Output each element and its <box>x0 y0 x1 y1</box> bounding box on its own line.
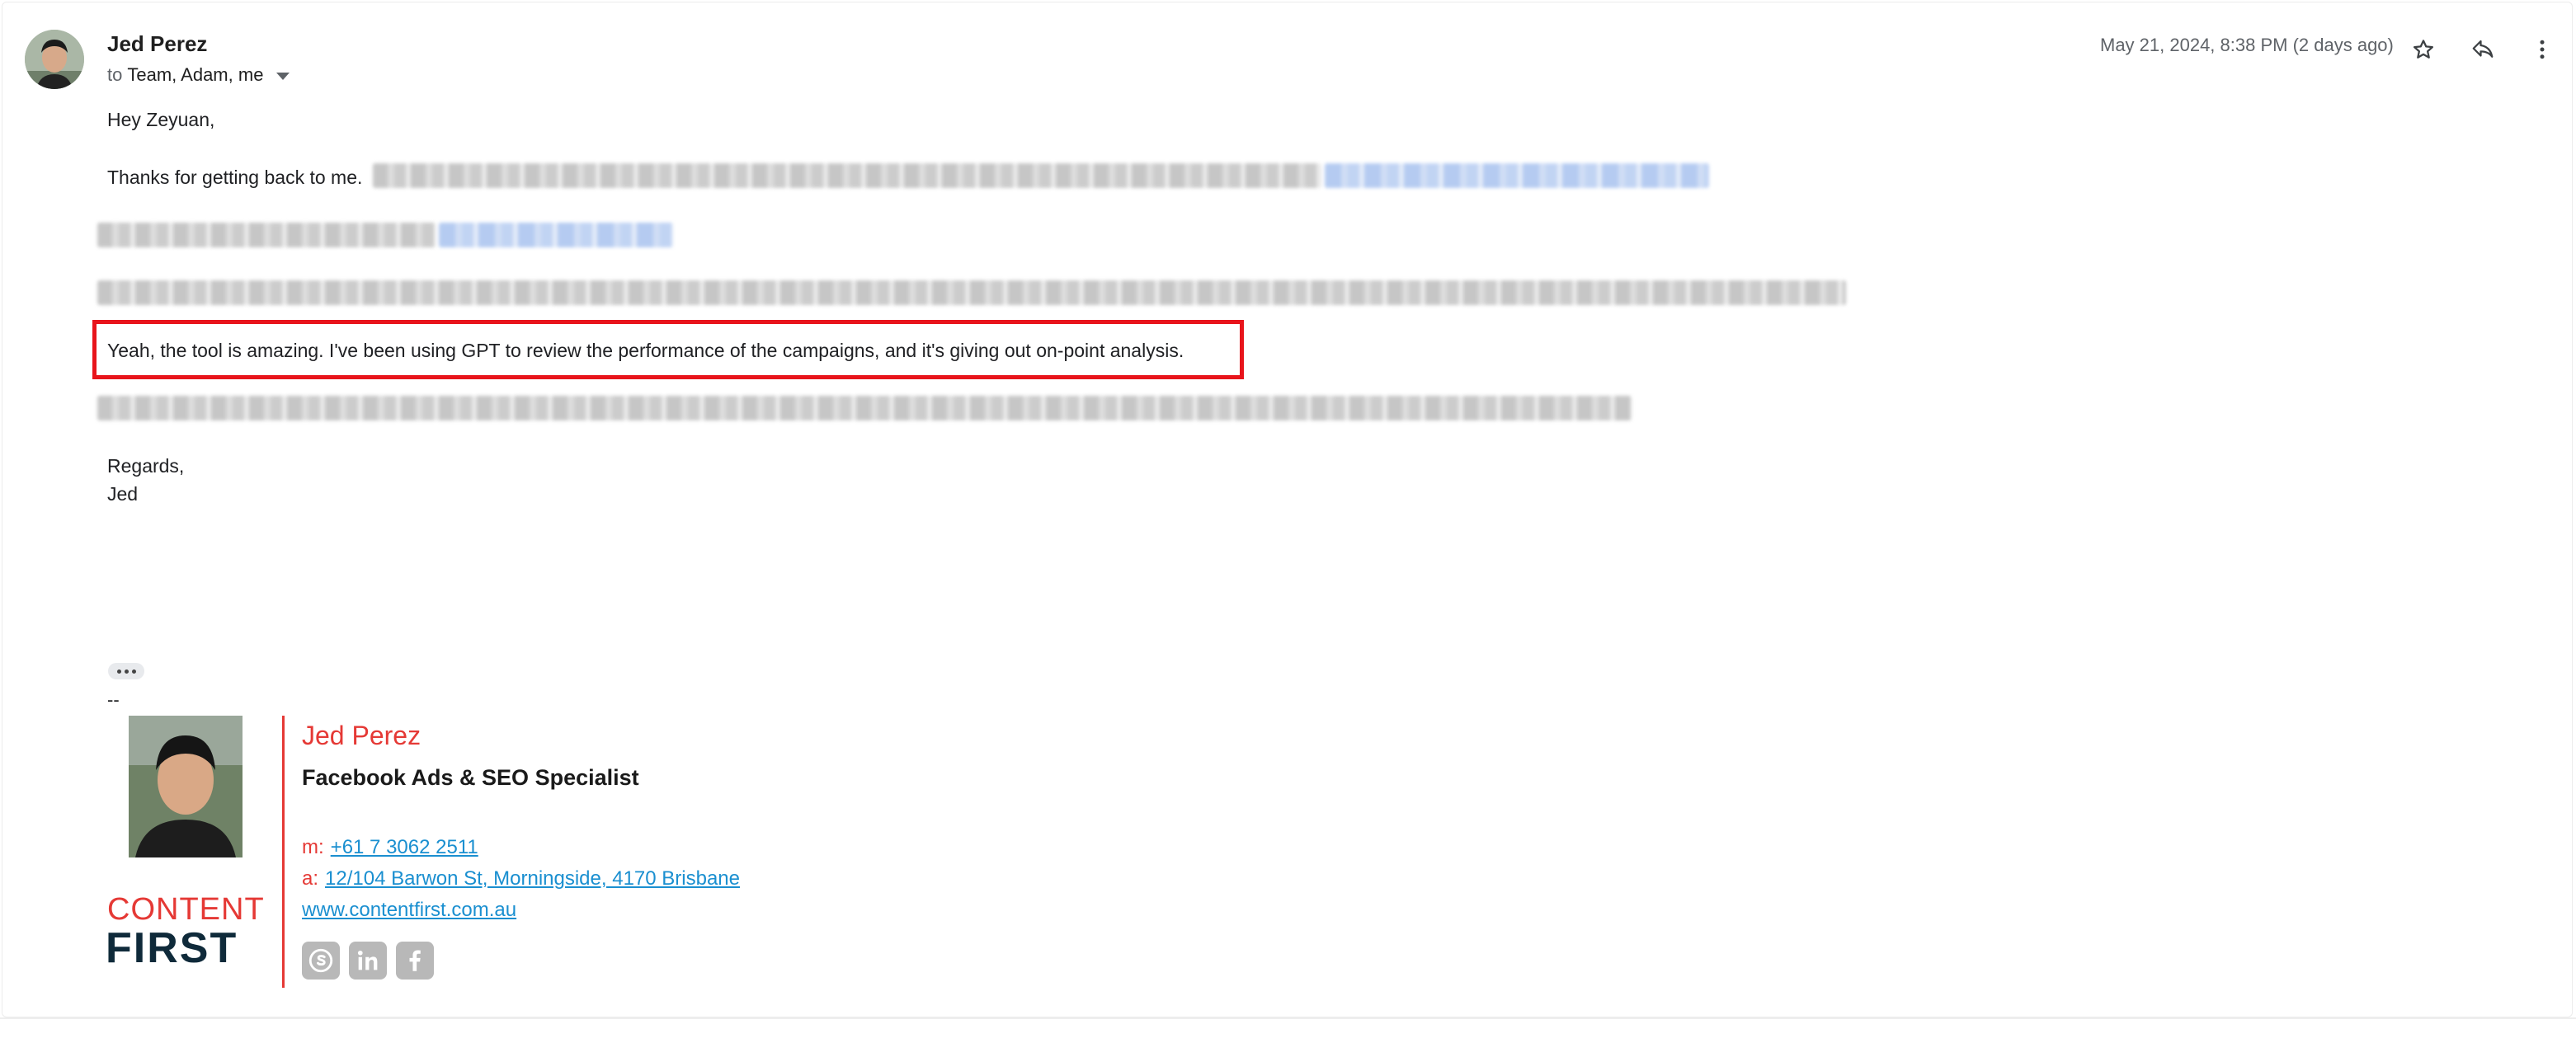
signature-address-row: a: 12/104 Barwon St, Morningside, 4170 Br… <box>302 867 740 890</box>
address-label: a: <box>302 867 319 890</box>
show-trimmed-content-button[interactable] <box>108 663 144 679</box>
email-message-container <box>2 2 2573 1017</box>
mobile-link[interactable]: +61 7 3062 2511 <box>331 836 478 858</box>
divider <box>0 1017 2576 1019</box>
email-timestamp: May 21, 2024, 8:38 PM (2 days ago) <box>2100 35 2394 55</box>
redacted-link <box>1325 163 1709 188</box>
signature-photo <box>129 716 243 857</box>
signature-separator: -- <box>107 689 120 710</box>
facebook-icon[interactable] <box>396 942 434 980</box>
website-link[interactable]: www.contentfirst.com.au <box>302 899 516 921</box>
recipients-prefix: to <box>107 64 123 85</box>
closing-text: Regards, <box>107 455 185 477</box>
recipients-names: Team, Adam, me <box>127 64 264 85</box>
logo-text-first: FIRST <box>106 924 238 972</box>
signature-website-row: www.contentfirst.com.au <box>302 899 516 922</box>
mobile-label: m: <box>302 836 324 858</box>
body-line-1: Thanks for getting back to me. <box>107 167 363 188</box>
logo-text-content: CONTENT <box>107 892 265 927</box>
address-link[interactable]: 12/104 Barwon St, Morningside, 4170 Bris… <box>325 867 740 890</box>
redacted-text <box>97 280 1846 305</box>
signature-title: Facebook Ads & SEO Specialist <box>302 765 639 790</box>
closing-name: Jed <box>107 483 139 505</box>
skype-icon[interactable] <box>302 942 340 980</box>
highlighted-sentence: Yeah, the tool is amazing. I've been usi… <box>107 340 1184 361</box>
greeting-text: Hey Zeyuan, <box>107 109 215 130</box>
more-vert-icon[interactable] <box>2524 31 2560 68</box>
redacted-text <box>97 223 436 247</box>
sender-name[interactable]: Jed Perez <box>107 31 207 57</box>
redacted-link <box>439 223 673 247</box>
signature-mobile-row: m: +61 7 3062 2511 <box>302 836 478 859</box>
signature-name: Jed Perez <box>302 721 421 750</box>
star-icon[interactable] <box>2405 31 2442 68</box>
sender-avatar[interactable] <box>25 30 84 89</box>
recipients-line: to Team, Adam, me <box>107 64 290 86</box>
signature-divider <box>282 716 285 988</box>
reply-icon[interactable] <box>2465 31 2501 68</box>
redacted-text <box>373 163 1321 188</box>
linkedin-icon[interactable] <box>349 942 387 980</box>
show-details-caret-icon[interactable] <box>276 73 290 80</box>
redacted-text <box>97 396 1632 420</box>
